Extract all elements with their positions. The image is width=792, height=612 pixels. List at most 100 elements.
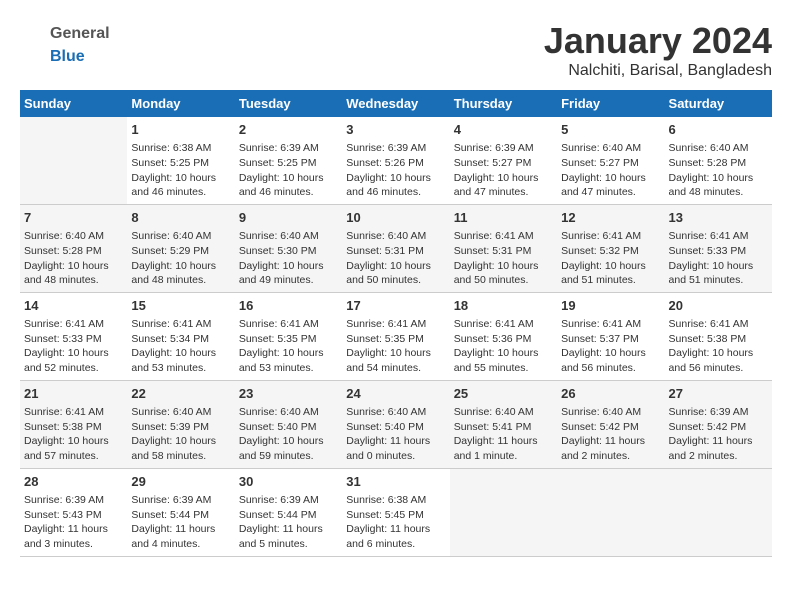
- header-cell-friday: Friday: [557, 90, 664, 117]
- calendar-week-row: 7Sunrise: 6:40 AM Sunset: 5:28 PM Daylig…: [20, 204, 772, 292]
- calendar-table: SundayMondayTuesdayWednesdayThursdayFrid…: [20, 90, 772, 557]
- day-info: Sunrise: 6:41 AM Sunset: 5:36 PM Dayligh…: [454, 317, 553, 376]
- calendar-cell: 29Sunrise: 6:39 AM Sunset: 5:44 PM Dayli…: [127, 468, 234, 556]
- day-info: Sunrise: 6:40 AM Sunset: 5:40 PM Dayligh…: [239, 405, 338, 464]
- day-info: Sunrise: 6:40 AM Sunset: 5:42 PM Dayligh…: [561, 405, 660, 464]
- page-header: G General Blue January 2024 Nalchiti, Ba…: [20, 20, 772, 80]
- calendar-week-row: 1 Sunrise: 6:38 AM Sunset: 5:25 PM Daylig…: [20, 117, 772, 204]
- day-info: Sunrise: 6:40 AM Sunset: 5:27 PM Dayligh…: [561, 141, 660, 200]
- day-info: Sunrise: 6:40 AM Sunset: 5:41 PM Dayligh…: [454, 405, 553, 464]
- day-number: 26: [561, 385, 660, 403]
- day-info: Sunrise: 6:40 AM Sunset: 5:30 PM Dayligh…: [239, 229, 338, 288]
- header-cell-tuesday: Tuesday: [235, 90, 342, 117]
- header-cell-monday: Monday: [127, 90, 234, 117]
- calendar-cell: 1 Sunrise: 6:38 AM Sunset: 5:25 PM Daylig…: [127, 117, 234, 204]
- day-info: Sunrise: 6:40 AM Sunset: 5:39 PM Dayligh…: [131, 405, 230, 464]
- calendar-week-row: 21 Sunrise: 6:41 AM Sunset: 5:38 PM Dayli…: [20, 380, 772, 468]
- calendar-cell: 13Sunrise: 6:41 AM Sunset: 5:33 PM Dayli…: [665, 204, 772, 292]
- day-number: 30: [239, 473, 338, 491]
- day-info: Sunrise: 6:38 AM Sunset: 5:25 PM Dayligh…: [131, 141, 230, 200]
- day-number: 3: [346, 121, 445, 139]
- day-info: Sunrise: 6:41 AM Sunset: 5:38 PM Dayligh…: [24, 405, 123, 464]
- day-info: Sunrise: 6:41 AM Sunset: 5:34 PM Dayligh…: [131, 317, 230, 376]
- header-row: SundayMondayTuesdayWednesdayThursdayFrid…: [20, 90, 772, 117]
- day-info: Sunrise: 6:40 AM Sunset: 5:31 PM Dayligh…: [346, 229, 445, 288]
- calendar-cell: 9 Sunrise: 6:40 AM Sunset: 5:30 PM Daylig…: [235, 204, 342, 292]
- calendar-cell: 7Sunrise: 6:40 AM Sunset: 5:28 PM Daylig…: [20, 204, 127, 292]
- calendar-cell: [450, 468, 557, 556]
- calendar-cell: 27 Sunrise: 6:39 AM Sunset: 5:42 PM Dayli…: [665, 380, 772, 468]
- day-number: 8: [131, 209, 230, 227]
- logo-blue-text: Blue: [50, 48, 85, 66]
- day-number: 19: [561, 297, 660, 315]
- calendar-cell: 3 Sunrise: 6:39 AM Sunset: 5:26 PM Daylig…: [342, 117, 449, 204]
- day-number: 2: [239, 121, 338, 139]
- day-number: 31: [346, 473, 445, 491]
- day-number: 4: [454, 121, 553, 139]
- calendar-body: 1 Sunrise: 6:38 AM Sunset: 5:25 PM Daylig…: [20, 117, 772, 556]
- logo: G General Blue: [20, 20, 110, 66]
- calendar-cell: 6Sunrise: 6:40 AM Sunset: 5:28 PM Daylig…: [665, 117, 772, 204]
- title-area: January 2024 Nalchiti, Barisal, Banglade…: [544, 20, 772, 80]
- day-info: Sunrise: 6:39 AM Sunset: 5:26 PM Dayligh…: [346, 141, 445, 200]
- calendar-cell: [557, 468, 664, 556]
- day-number: 21: [24, 385, 123, 403]
- day-info: Sunrise: 6:41 AM Sunset: 5:38 PM Dayligh…: [669, 317, 768, 376]
- calendar-cell: 17 Sunrise: 6:41 AM Sunset: 5:35 PM Dayli…: [342, 292, 449, 380]
- logo-icon-container: G: [20, 20, 48, 48]
- calendar-header: SundayMondayTuesdayWednesdayThursdayFrid…: [20, 90, 772, 117]
- day-info: Sunrise: 6:41 AM Sunset: 5:32 PM Dayligh…: [561, 229, 660, 288]
- calendar-cell: [665, 468, 772, 556]
- day-number: 29: [131, 473, 230, 491]
- day-number: 16: [239, 297, 338, 315]
- day-number: 11: [454, 209, 553, 227]
- day-number: 17: [346, 297, 445, 315]
- calendar-cell: [20, 117, 127, 204]
- calendar-cell: 24 Sunrise: 6:40 AM Sunset: 5:40 PM Dayli…: [342, 380, 449, 468]
- day-number: 23: [239, 385, 338, 403]
- calendar-cell: 8 Sunrise: 6:40 AM Sunset: 5:29 PM Daylig…: [127, 204, 234, 292]
- day-number: 1: [131, 121, 230, 139]
- calendar-week-row: 28Sunrise: 6:39 AM Sunset: 5:43 PM Dayli…: [20, 468, 772, 556]
- calendar-cell: 16 Sunrise: 6:41 AM Sunset: 5:35 PM Dayli…: [235, 292, 342, 380]
- calendar-cell: 22 Sunrise: 6:40 AM Sunset: 5:39 PM Dayli…: [127, 380, 234, 468]
- day-info: Sunrise: 6:41 AM Sunset: 5:35 PM Dayligh…: [239, 317, 338, 376]
- day-number: 27: [669, 385, 768, 403]
- day-number: 24: [346, 385, 445, 403]
- calendar-cell: 18 Sunrise: 6:41 AM Sunset: 5:36 PM Dayli…: [450, 292, 557, 380]
- month-title: January 2024: [544, 20, 772, 62]
- day-info: Sunrise: 6:39 AM Sunset: 5:25 PM Dayligh…: [239, 141, 338, 200]
- day-number: 20: [669, 297, 768, 315]
- day-info: Sunrise: 6:41 AM Sunset: 5:33 PM Dayligh…: [24, 317, 123, 376]
- logo-general-text: General: [50, 25, 110, 43]
- day-info: Sunrise: 6:41 AM Sunset: 5:33 PM Dayligh…: [669, 229, 768, 288]
- day-number: 18: [454, 297, 553, 315]
- day-number: 15: [131, 297, 230, 315]
- day-info: Sunrise: 6:39 AM Sunset: 5:43 PM Dayligh…: [24, 493, 123, 552]
- calendar-cell: 14Sunrise: 6:41 AM Sunset: 5:33 PM Dayli…: [20, 292, 127, 380]
- day-info: Sunrise: 6:38 AM Sunset: 5:45 PM Dayligh…: [346, 493, 445, 552]
- calendar-cell: 5 Sunrise: 6:40 AM Sunset: 5:27 PM Daylig…: [557, 117, 664, 204]
- day-info: Sunrise: 6:40 AM Sunset: 5:29 PM Dayligh…: [131, 229, 230, 288]
- day-info: Sunrise: 6:40 AM Sunset: 5:40 PM Dayligh…: [346, 405, 445, 464]
- day-number: 10: [346, 209, 445, 227]
- day-info: Sunrise: 6:41 AM Sunset: 5:35 PM Dayligh…: [346, 317, 445, 376]
- day-number: 12: [561, 209, 660, 227]
- header-cell-saturday: Saturday: [665, 90, 772, 117]
- day-number: 25: [454, 385, 553, 403]
- calendar-cell: 21 Sunrise: 6:41 AM Sunset: 5:38 PM Dayli…: [20, 380, 127, 468]
- day-number: 9: [239, 209, 338, 227]
- calendar-cell: 19Sunrise: 6:41 AM Sunset: 5:37 PM Dayli…: [557, 292, 664, 380]
- calendar-cell: 26 Sunrise: 6:40 AM Sunset: 5:42 PM Dayli…: [557, 380, 664, 468]
- calendar-cell: 20 Sunrise: 6:41 AM Sunset: 5:38 PM Dayli…: [665, 292, 772, 380]
- day-number: 5: [561, 121, 660, 139]
- day-number: 22: [131, 385, 230, 403]
- calendar-cell: 10 Sunrise: 6:40 AM Sunset: 5:31 PM Dayli…: [342, 204, 449, 292]
- logo-brand: G General: [20, 20, 110, 48]
- day-info: Sunrise: 6:39 AM Sunset: 5:42 PM Dayligh…: [669, 405, 768, 464]
- day-info: Sunrise: 6:40 AM Sunset: 5:28 PM Dayligh…: [669, 141, 768, 200]
- location-title: Nalchiti, Barisal, Bangladesh: [544, 62, 772, 80]
- calendar-cell: 25 Sunrise: 6:40 AM Sunset: 5:41 PM Dayli…: [450, 380, 557, 468]
- calendar-cell: 23 Sunrise: 6:40 AM Sunset: 5:40 PM Dayli…: [235, 380, 342, 468]
- day-info: Sunrise: 6:40 AM Sunset: 5:28 PM Dayligh…: [24, 229, 123, 288]
